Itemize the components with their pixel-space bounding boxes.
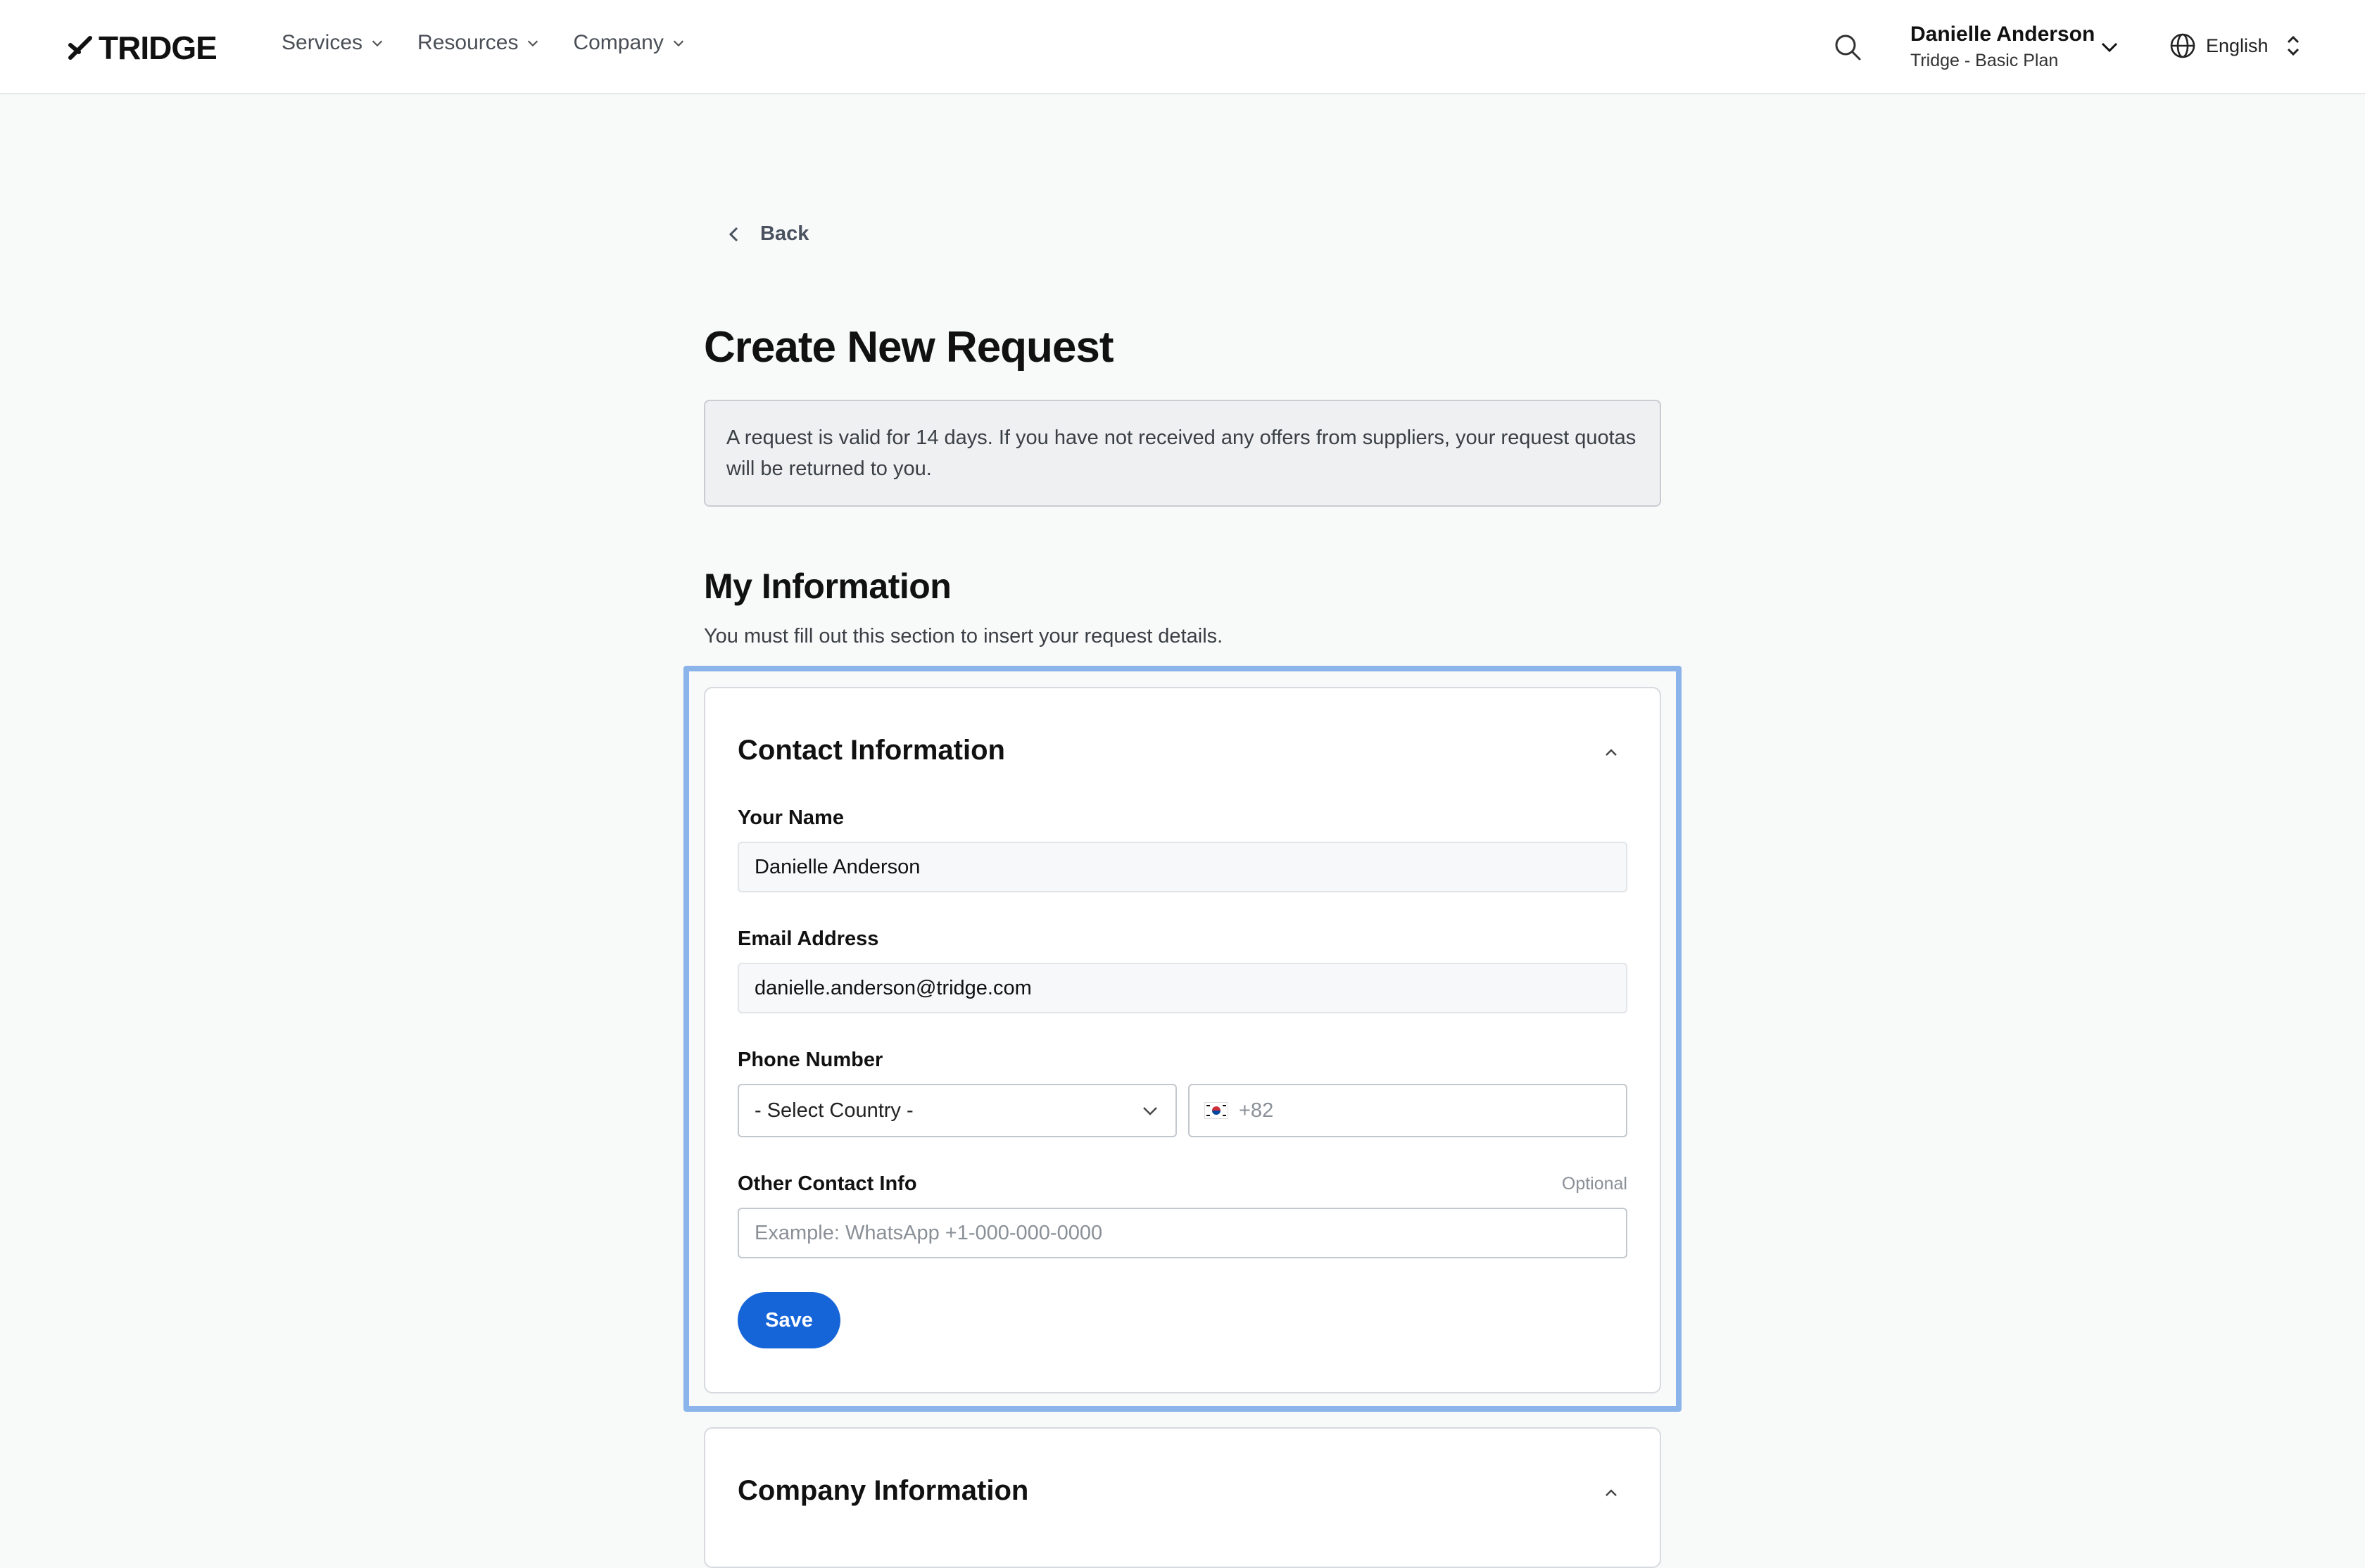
language-selector[interactable]: English: [2169, 32, 2301, 59]
user-name: Danielle Anderson: [1910, 23, 2095, 46]
chevron-down-icon: [673, 40, 684, 47]
chevron-up-icon[interactable]: [1602, 743, 1620, 761]
nav-company-label: Company: [573, 31, 664, 54]
top-header: TRIDGE Services Resources Company Daniel…: [0, 0, 2365, 94]
nav-resources-label: Resources: [417, 31, 519, 54]
optional-tag: Optional: [1561, 1174, 1627, 1194]
validity-notice: A request is valid for 14 days. If you h…: [704, 400, 1661, 507]
back-label: Back: [760, 222, 809, 245]
chevron-down-icon: [1143, 1107, 1157, 1115]
nav-services-label: Services: [282, 31, 363, 54]
chevron-down-icon: [528, 40, 538, 47]
tridge-logo[interactable]: TRIDGE: [66, 28, 217, 68]
main-nav: Services Resources Company: [282, 31, 686, 55]
chevron-left-icon: [729, 227, 738, 241]
chevron-up-icon[interactable]: [1602, 1484, 1620, 1502]
name-field[interactable]: [738, 842, 1627, 892]
user-menu-chevron-down-icon[interactable]: [2099, 37, 2120, 58]
company-card-title: Company Information: [738, 1475, 1029, 1506]
save-button[interactable]: Save: [738, 1292, 840, 1348]
phone-label: Phone Number: [738, 1049, 883, 1071]
logo-text: TRIDGE: [99, 30, 217, 66]
nav-company[interactable]: Company: [573, 31, 686, 55]
company-information-card: Company Information: [704, 1427, 1661, 1568]
logo-mark-icon: [68, 36, 92, 60]
email-field[interactable]: [738, 963, 1627, 1013]
email-label: Email Address: [738, 928, 879, 950]
search-icon[interactable]: [1833, 32, 1862, 62]
back-link[interactable]: Back: [725, 222, 809, 246]
user-plan: Tridge - Basic Plan: [1910, 51, 2059, 70]
language-label: English: [2206, 34, 2269, 56]
section-subtitle: You must fill out this section to insert…: [704, 625, 1223, 647]
country-select-value: - Select Country -: [755, 1099, 914, 1122]
user-menu[interactable]: Danielle Anderson Tridge - Basic Plan: [1910, 21, 2095, 73]
korea-flag-icon: [1205, 1103, 1228, 1118]
chevron-down-icon: [372, 40, 383, 47]
phone-input[interactable]: +82: [1188, 1084, 1627, 1137]
globe-icon: [2170, 33, 2195, 58]
contact-card-title: Contact Information: [738, 735, 1005, 766]
other-contact-field[interactable]: [738, 1208, 1627, 1258]
name-label: Your Name: [738, 807, 844, 829]
other-contact-label: Other Contact Info: [738, 1172, 917, 1195]
page-title: Create New Request: [704, 323, 1114, 372]
nav-services[interactable]: Services: [282, 31, 385, 55]
section-title: My Information: [704, 567, 952, 606]
contact-information-card: Contact Information Your Name Email Addr…: [704, 687, 1661, 1393]
chevron-up-down-icon: [2287, 35, 2299, 56]
country-select[interactable]: - Select Country -: [738, 1084, 1177, 1137]
phone-code-placeholder: +82: [1239, 1099, 1274, 1122]
nav-resources[interactable]: Resources: [417, 31, 541, 55]
